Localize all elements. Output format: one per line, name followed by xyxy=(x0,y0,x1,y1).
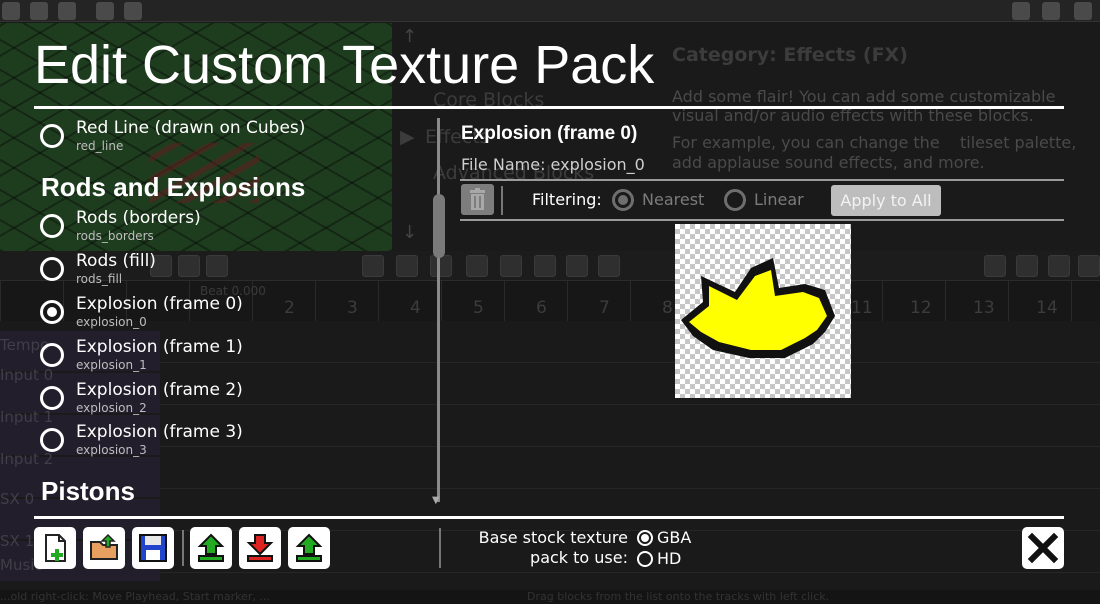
texture-item-label: Explosion (frame 1) xyxy=(76,337,243,357)
texture-item-red-line[interactable]: Red Line (drawn on Cubes) red_line xyxy=(40,118,420,158)
delete-texture-button[interactable] xyxy=(461,184,494,215)
texture-item-explosion-2[interactable]: Explosion (frame 2) explosion_2 xyxy=(40,380,420,420)
export-texture-button[interactable] xyxy=(239,527,281,569)
texture-detail-title: Explosion (frame 0) xyxy=(461,123,638,144)
trash-icon xyxy=(470,188,485,210)
radio-button[interactable] xyxy=(40,386,64,410)
title-divider xyxy=(34,106,1064,109)
radio-button[interactable] xyxy=(40,214,64,238)
filter-option-label: Nearest xyxy=(642,190,705,209)
texture-item-label: Rods (fill) xyxy=(76,251,156,271)
import-texture-button[interactable] xyxy=(190,527,232,569)
texture-item-id: red_line xyxy=(76,139,124,153)
base-pack-option-hd[interactable]: HD xyxy=(637,549,697,569)
texture-item-explosion-3[interactable]: Explosion (frame 3) explosion_3 xyxy=(40,422,420,462)
texture-item-id: rods_fill xyxy=(76,272,123,286)
texture-item-label: Rods (borders) xyxy=(76,208,201,228)
texture-item-label: Explosion (frame 0) xyxy=(76,294,243,314)
section-heading-pistons: Pistons xyxy=(41,476,135,506)
detail-divider xyxy=(460,219,1064,221)
texture-item-rods-borders[interactable]: Rods (borders) rods_borders xyxy=(40,208,420,248)
filter-option-linear[interactable]: Linear xyxy=(724,189,814,213)
list-scrollbar-thumb[interactable] xyxy=(433,194,445,258)
open-pack-button[interactable] xyxy=(83,527,125,569)
texture-pack-dialog: Edit Custom Texture Pack Red Line (drawn… xyxy=(0,0,1100,604)
base-pack-label: Base stock texture pack to use: xyxy=(478,528,628,567)
close-dialog-button[interactable] xyxy=(1022,527,1064,569)
texture-item-explosion-0[interactable]: Explosion (frame 0) explosion_0 xyxy=(40,294,420,334)
explosion-sprite-icon xyxy=(681,258,835,358)
texture-list[interactable]: Red Line (drawn on Cubes) red_line Rods … xyxy=(34,110,426,514)
radio-button-selected[interactable] xyxy=(637,530,653,546)
new-pack-button[interactable] xyxy=(34,527,76,569)
texture-item-label: Red Line (drawn on Cubes) xyxy=(76,118,306,138)
radio-button[interactable] xyxy=(724,189,746,211)
texture-item-explosion-1[interactable]: Explosion (frame 1) explosion_1 xyxy=(40,337,420,377)
texture-item-id: rods_borders xyxy=(76,229,154,243)
texture-item-id: explosion_2 xyxy=(76,401,147,415)
section-heading-rods-explosions: Rods and Explosions xyxy=(41,172,306,202)
filter-option-label: Linear xyxy=(754,190,804,209)
save-pack-button[interactable] xyxy=(132,527,174,569)
radio-button[interactable] xyxy=(40,257,64,281)
upload-arrow-icon xyxy=(295,533,323,562)
texture-item-id: explosion_0 xyxy=(76,315,147,329)
close-icon xyxy=(1027,532,1059,564)
texture-item-label: Explosion (frame 3) xyxy=(76,422,243,442)
toolbar-separator xyxy=(439,528,441,568)
upload-pack-button[interactable] xyxy=(288,527,330,569)
upload-arrow-icon xyxy=(197,533,225,562)
radio-button[interactable] xyxy=(637,551,653,567)
dialog-title: Edit Custom Texture Pack xyxy=(34,35,655,95)
texture-item-id: explosion_3 xyxy=(76,443,147,457)
toolbar-separator xyxy=(182,530,184,566)
list-scrollbar-track[interactable] xyxy=(437,118,440,502)
texture-file-name: File Name: explosion_0 xyxy=(461,155,645,174)
filter-option-nearest[interactable]: Nearest xyxy=(612,189,712,213)
filtering-label: Filtering: xyxy=(532,190,602,209)
radio-button[interactable] xyxy=(40,428,64,452)
base-pack-option-label: HD xyxy=(657,549,682,568)
apply-to-all-button[interactable]: Apply to All xyxy=(831,185,941,216)
floppy-disk-icon xyxy=(139,534,167,562)
new-file-icon xyxy=(45,534,66,562)
texture-item-id: explosion_1 xyxy=(76,358,147,372)
base-pack-option-gba[interactable]: GBA xyxy=(637,528,697,548)
radio-button[interactable] xyxy=(40,124,64,148)
scroll-down-arrow-icon[interactable]: ▼ xyxy=(432,495,440,506)
base-pack-option-label: GBA xyxy=(657,528,692,547)
texture-item-label: Explosion (frame 2) xyxy=(76,380,243,400)
texture-item-rods-fill[interactable]: Rods (fill) rods_fill xyxy=(40,251,420,291)
radio-button[interactable] xyxy=(40,343,64,367)
download-arrow-icon xyxy=(246,534,274,562)
detail-divider xyxy=(460,179,1064,181)
radio-button-selected[interactable] xyxy=(40,300,64,324)
radio-button-selected[interactable] xyxy=(612,189,634,211)
toolbar-separator xyxy=(501,186,503,215)
bottom-divider xyxy=(34,516,1064,519)
texture-preview xyxy=(675,224,851,398)
open-folder-icon xyxy=(90,533,118,560)
